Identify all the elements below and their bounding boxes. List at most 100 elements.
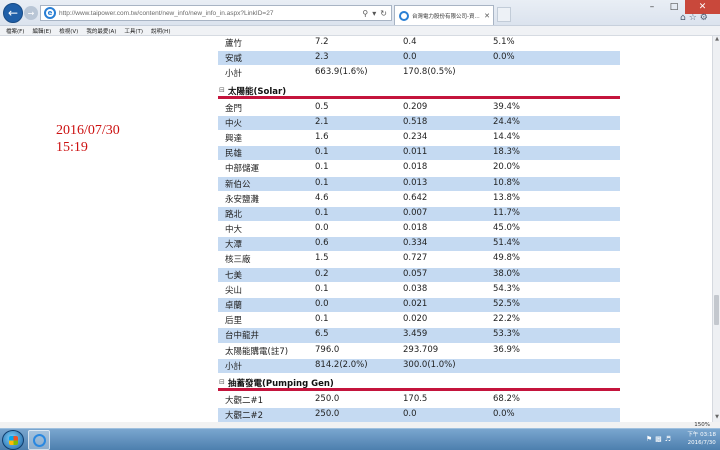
capacity-value: 0.1: [315, 207, 329, 218]
taskbar: ⚑▩♬ 下午 03:18 2016/7/30: [0, 428, 720, 450]
table-row: 后里 0.1 0.020 22.2%: [218, 313, 620, 329]
flag-icon[interactable]: ⚑: [646, 435, 655, 443]
output-value: 0.727: [403, 253, 428, 264]
table-row: 中火 2.1 0.518 24.4%: [218, 115, 620, 131]
plant-name: 后里: [225, 316, 243, 327]
menu-help[interactable]: 說明(H): [151, 27, 170, 35]
stamp-date: 2016/07/30: [56, 123, 120, 138]
taskbar-clock[interactable]: 下午 03:18 2016/7/30: [687, 431, 716, 447]
volume-icon[interactable]: ♬: [665, 435, 674, 443]
scrollbar-thumb[interactable]: [714, 295, 719, 325]
output-value: 0.209: [403, 101, 428, 112]
capacity-value: 1.6: [315, 131, 329, 142]
output-value: 0.013: [403, 177, 428, 188]
table-row: 尖山 0.1 0.038 54.3%: [218, 283, 620, 298]
output-value: 0.642: [403, 192, 428, 203]
table-row: 新伯公 0.1 0.013 10.8%: [218, 176, 620, 192]
maximize-button[interactable]: □: [663, 0, 685, 14]
table-row: 安威 2.3 0.0 0.0%: [218, 51, 620, 67]
output-value: 170.5: [403, 393, 428, 404]
capacity-value: 0.1: [315, 147, 329, 158]
collapse-icon[interactable]: ⊟: [219, 378, 225, 386]
capacity-value: 1.5: [315, 253, 329, 264]
menu-tools[interactable]: 工具(T): [124, 27, 143, 35]
ratio-value: 45.0%: [493, 223, 521, 234]
network-icon[interactable]: ▩: [655, 435, 665, 443]
arrow-right-icon: →: [27, 8, 35, 18]
table-row: 核三廠 1.5 0.727 49.8%: [218, 252, 620, 268]
close-window-button[interactable]: ✕: [685, 0, 720, 14]
dropdown-icon[interactable]: ▾: [372, 9, 376, 18]
ratio-value: 38.0%: [493, 268, 521, 279]
plant-name: 中大: [225, 225, 243, 236]
menu-favorites[interactable]: 我的最愛(A): [86, 27, 116, 35]
vertical-scrollbar[interactable]: ▲ ▼: [712, 36, 720, 422]
ie-logo-icon: [33, 434, 46, 447]
gear-icon[interactable]: ⚙: [700, 13, 711, 23]
capacity-value: 4.6: [315, 192, 329, 203]
scroll-up-icon[interactable]: ▲: [713, 36, 720, 44]
system-tray: ⚑▩♬: [646, 435, 674, 443]
output-value: 0.018: [403, 223, 428, 234]
table-row: 中部儲運 0.1 0.018 20.0%: [218, 161, 620, 177]
table-row: 太陽能購電(註7) 796.0 293.709 36.9%: [218, 344, 620, 359]
menu-edit[interactable]: 編輯(E): [32, 27, 51, 35]
output-value: 300.0(1.0%): [403, 359, 456, 370]
arrow-left-icon: ←: [7, 6, 19, 20]
ratio-value: 39.4%: [493, 101, 521, 112]
capacity-value: 250.0: [315, 393, 340, 404]
taskbar-ie-button[interactable]: [28, 430, 50, 450]
table-row: 蘆竹 7.2 0.4 5.1%: [218, 36, 620, 52]
output-value: 0.021: [403, 299, 428, 309]
pumping-rows-group: 大觀二#1 250.0 170.5 68.2% 大觀二#2 250.0 0.0 0.0%: [218, 393, 620, 422]
refresh-icon[interactable]: ↻: [380, 9, 387, 18]
capacity-value: 6.5: [315, 329, 329, 340]
start-button[interactable]: [2, 430, 24, 450]
tab-close-icon[interactable]: ✕: [484, 12, 490, 20]
search-icon[interactable]: ⚲: [362, 9, 368, 18]
collapse-icon[interactable]: ⊟: [219, 86, 225, 94]
capacity-value: 0.2: [315, 268, 329, 279]
menu-file[interactable]: 檔案(F): [6, 27, 24, 35]
output-value: 0.007: [403, 207, 428, 218]
ratio-value: 10.8%: [493, 177, 521, 188]
section-header-pumping[interactable]: ⊟ 抽蓄發電(Pumping Gen): [218, 374, 620, 393]
output-value: 0.011: [403, 147, 428, 158]
table-row: 永安鹽灘 4.6 0.642 13.8%: [218, 192, 620, 207]
new-tab-button[interactable]: [497, 7, 511, 22]
page-content: 2016/07/30 15:19 蘆竹 7.2 0.4 5.1% 安威 2.3 0.0 0.0…: [0, 36, 712, 422]
ratio-value: 13.8%: [493, 192, 521, 203]
plant-name: 太陽能購電(註7): [225, 346, 289, 357]
plant-name: 民雄: [225, 149, 243, 160]
ratio-value: 14.4%: [493, 131, 521, 142]
table-row: 台中龍井 6.5 3.459 53.3%: [218, 328, 620, 344]
capacity-value: 0.0: [315, 299, 329, 309]
capacity-value: 0.0: [315, 223, 329, 234]
address-bar[interactable]: e http://www.taipower.com.tw/content/new…: [40, 5, 392, 21]
clock-time: 下午 03:18: [687, 432, 716, 438]
output-value: 0.0: [403, 52, 417, 63]
forward-button[interactable]: →: [24, 6, 38, 20]
table-row: 金門 0.5 0.209 39.4%: [218, 101, 620, 116]
table-row: 路北 0.1 0.007 11.7%: [218, 206, 620, 223]
plant-name: 大潭: [225, 240, 243, 251]
ratio-value: 36.9%: [493, 344, 521, 355]
tab-taipower[interactable]: 台灣電力股份有限公司-資... ✕: [394, 5, 494, 25]
scroll-down-icon[interactable]: ▼: [713, 414, 720, 422]
plant-name: 興達: [225, 133, 243, 144]
capacity-value: 0.1: [315, 314, 329, 325]
ratio-value: 18.3%: [493, 147, 521, 158]
minimize-button[interactable]: –: [641, 0, 663, 14]
section-header-solar[interactable]: ⊟ 太陽能(Solar): [218, 82, 620, 101]
ratio-value: 54.3%: [493, 283, 521, 294]
ratio-value: 0.0%: [493, 409, 515, 420]
menu-view[interactable]: 檢視(V): [59, 27, 78, 35]
address-url[interactable]: http://www.taipower.com.tw/content/new_i…: [59, 10, 362, 17]
back-button[interactable]: ←: [3, 3, 23, 23]
menu-bar: 檔案(F) 編輯(E) 檢視(V) 我的最愛(A) 工具(T) 說明(H): [0, 26, 720, 36]
favorites-icon[interactable]: ☆: [689, 13, 700, 23]
capacity-value: 814.2(2.0%): [315, 359, 368, 370]
top-rows-group: 蘆竹 7.2 0.4 5.1% 安威 2.3 0.0 0.0% 小計 663.9(1.6%) 170…: [218, 36, 620, 82]
capacity-value: 2.3: [315, 52, 329, 63]
home-icon[interactable]: ⌂: [680, 13, 689, 23]
